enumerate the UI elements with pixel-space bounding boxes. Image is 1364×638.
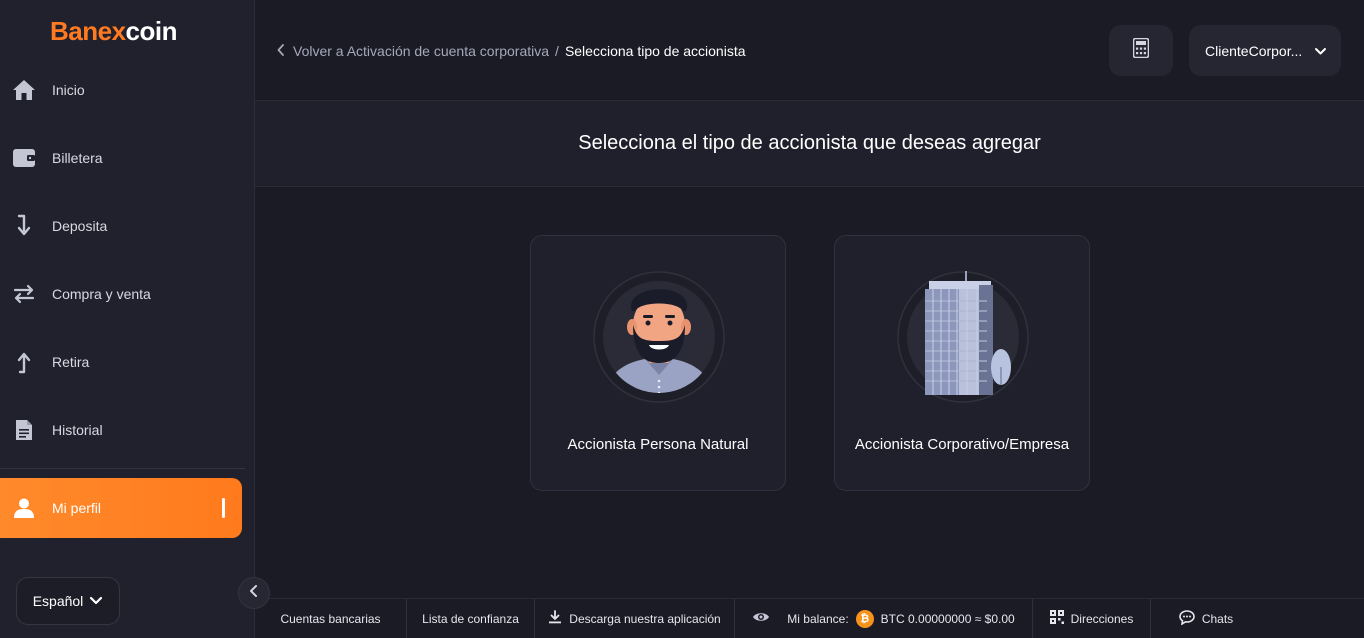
sidebar-item-label: Compra y venta [52,286,151,302]
footer-bank-accounts[interactable]: Cuentas bancarias [255,598,407,638]
sidebar-divider [0,468,245,469]
sidebar-item-inicio[interactable]: Inicio [0,60,255,120]
sidebar-item-historial[interactable]: Historial [0,400,255,460]
document-icon [12,418,36,442]
user-name: ClienteCorpor... [1205,42,1303,59]
chevron-down-icon [89,593,103,609]
footer-label: Direcciones [1070,611,1134,626]
footer-balance: Mi balance: ₿ BTC 0.00000000 ≈ $0.00 [735,598,1033,638]
calculator-button[interactable] [1109,25,1173,76]
balance-label: Mi balance: [787,611,849,626]
language-selector[interactable]: Español [16,577,120,625]
sidebar-item-billetera[interactable]: Billetera [0,128,255,188]
balance-value: BTC 0.00000000 ≈ $0.00 [880,611,1015,626]
sidebar-item-label: Historial [52,422,103,438]
home-icon [12,78,36,102]
arrow-up-icon [12,350,36,374]
chat-icon [1179,609,1195,628]
footer-label: Lista de confianza [422,611,519,626]
breadcrumb: Volver a Activación de cuenta corporativ… [277,43,746,59]
building-icon [897,271,1029,403]
logo-rest: anex [68,16,126,46]
arrow-down-icon [12,214,36,238]
footer-label: Descarga nuestra aplicación [569,611,721,626]
sidebar-item-mi-perfil[interactable]: Mi perfil [0,478,242,538]
swap-icon [12,282,36,306]
card-label: Accionista Persona Natural [567,436,749,453]
footer-download-app[interactable]: Descarga nuestra aplicación [535,598,735,638]
bitcoin-icon: ₿ [855,609,874,628]
sidebar-item-label: Mi perfil [52,500,102,516]
back-link[interactable]: Volver a Activación de cuenta corporativ… [277,43,549,59]
sidebar-item-deposita[interactable]: Deposita [0,196,255,256]
active-indicator [222,498,225,518]
footer-addresses[interactable]: Direcciones [1033,598,1151,638]
sidebar-item-compra-venta[interactable]: Compra y venta [0,264,255,324]
card-label: Accionista Corporativo/Empresa [854,436,1070,453]
top-header: Volver a Activación de cuenta corporativ… [255,0,1364,101]
page-title-band: Selecciona el tipo de accionista que des… [255,101,1364,187]
back-link-label: Volver a Activación de cuenta corporativ… [293,43,550,59]
user-icon [12,496,36,520]
language-label: Español [32,593,84,609]
eye-icon[interactable] [752,611,770,626]
app-root: Banexcoin Inicio Billetera Deposita Comp [0,0,1364,638]
sidebar-item-retira[interactable]: Retira [0,332,255,392]
footer-label: Chats [1201,611,1234,626]
breadcrumb-current: Selecciona tipo de accionista [564,43,746,59]
logo-suffix: coin [125,16,178,46]
card-corporativo-empresa[interactable]: Accionista Corporativo/Empresa [834,235,1090,491]
sidebar-item-label: Inicio [52,82,85,98]
chevron-left-icon [249,584,259,603]
chevron-left-icon [277,43,285,59]
footer-trust-list[interactable]: Lista de confianza [407,598,535,638]
sidebar: Banexcoin Inicio Billetera Deposita Comp [0,0,255,638]
user-menu-button[interactable]: ClienteCorpor... [1189,25,1341,76]
person-avatar-icon [593,271,725,403]
sidebar-item-label: Deposita [52,218,108,234]
calculator-icon [1132,37,1150,63]
banexcoin-logo[interactable]: Banexcoin [50,16,178,47]
footer-chats[interactable]: Chats [1151,599,1261,638]
card-persona-natural[interactable]: Accionista Persona Natural [530,235,786,491]
sidebar-item-label: Billetera [52,150,103,166]
collapse-sidebar-button[interactable] [238,577,270,609]
breadcrumb-separator: / [555,43,559,59]
page-title: Selecciona el tipo de accionista que des… [578,132,1041,154]
logo-prefix: B [50,16,69,46]
footer-bar: Cuentas bancarias Lista de confianza Des… [255,598,1364,638]
sidebar-item-label: Retira [52,354,90,370]
chevron-down-icon [1314,43,1327,59]
download-icon [548,610,562,627]
footer-label: Cuentas bancarias [280,611,381,626]
qr-code-icon [1049,610,1064,627]
wallet-icon [12,146,36,170]
